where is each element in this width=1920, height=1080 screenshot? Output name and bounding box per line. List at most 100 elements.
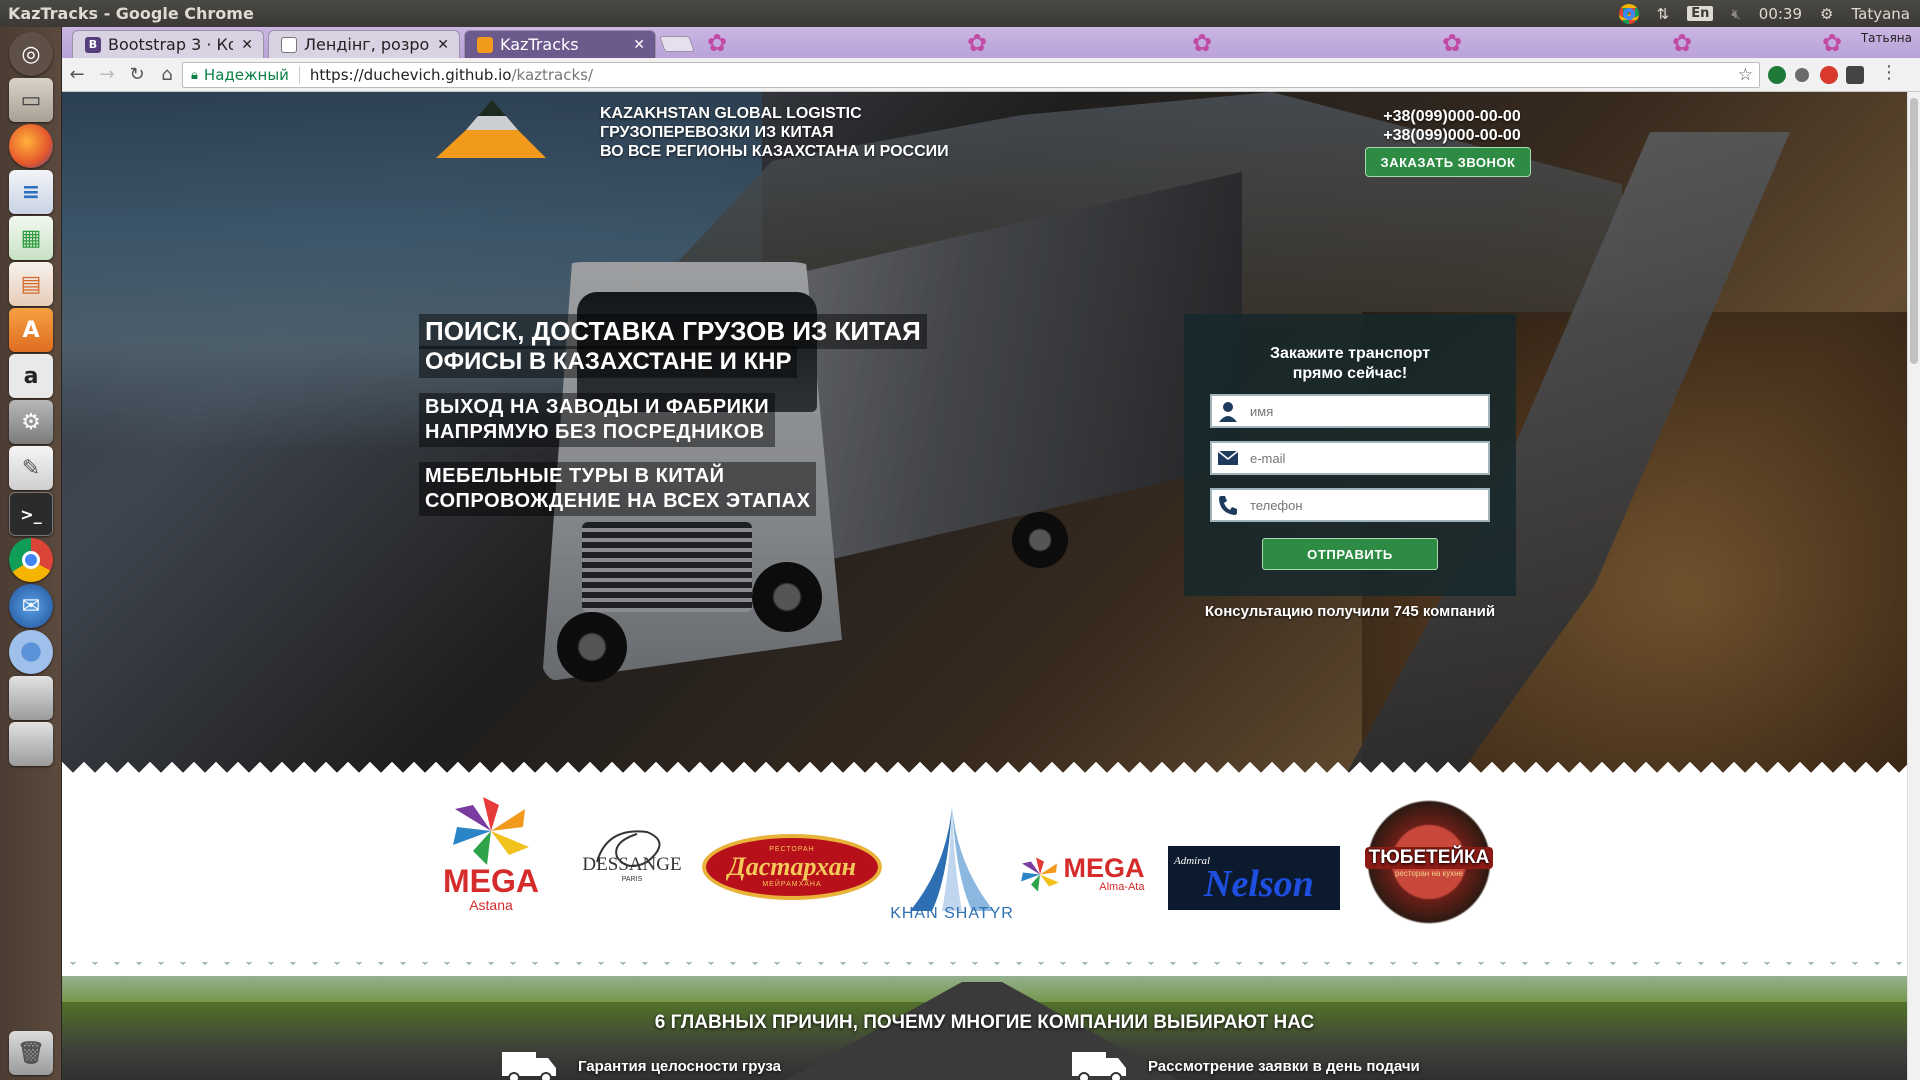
reasons-title: 6 ГЛАВНЫХ ПРИЧИН, ПОЧЕМУ МНОГИЕ КОМПАНИИ…	[654, 1012, 1315, 1033]
reason-item: Рассмотрение заявки в день подачи	[1072, 1048, 1420, 1080]
url-path: /kaztracks/	[511, 66, 594, 84]
desktop-screen: KazTracks - Google Chrome ⇅ En 🔇︎ 00:39 …	[0, 0, 1920, 1080]
hero-point: ВЫХОД НА ЗАВОДЫ И ФАБРИКИ НАПРЯМУЮ БЕЗ П…	[419, 393, 776, 447]
address-bar[interactable]: 🔒︎ Надежный https://duchevich.github.io …	[182, 62, 1760, 88]
lock-icon: 🔒︎	[191, 67, 198, 83]
phone-input[interactable]	[1250, 497, 1480, 513]
impress-icon[interactable]: ▤	[9, 262, 53, 306]
close-icon[interactable]: ✕	[633, 37, 645, 53]
theme-butterfly-icon: ✿	[707, 29, 728, 57]
pinwheel-icon	[1020, 857, 1059, 892]
home-icon[interactable]: ⌂	[152, 64, 182, 85]
reload-icon[interactable]: ↻	[122, 64, 152, 85]
bookmark-star-icon[interactable]: ☆	[1738, 65, 1753, 85]
terminal-icon[interactable]: >_	[9, 492, 53, 536]
browser-tab[interactable]: B Bootstrap 3 · Комп ✕	[72, 30, 264, 58]
theme-butterfly-icon: ✿	[1672, 29, 1693, 57]
email-input[interactable]	[1250, 450, 1480, 466]
browser-tab[interactable]: Лендінг, розробк ✕	[268, 30, 460, 58]
phone-number[interactable]: +38(099)000-00-00	[1372, 107, 1532, 126]
phone-number[interactable]: +38(099)000-00-00	[1372, 126, 1532, 145]
forward-icon[interactable]: →	[92, 64, 122, 85]
truck-icon	[1072, 1052, 1126, 1080]
reason-item: Гарантия целосности груза	[502, 1048, 781, 1080]
ubuntu-dash-icon[interactable]: ◎	[9, 32, 53, 76]
user-name[interactable]: Tatyana	[1851, 5, 1910, 23]
theme-butterfly-icon: ✿	[1192, 29, 1213, 57]
client-logo-nelson: Admiral Nelson	[1168, 846, 1340, 910]
menu-dots-icon[interactable]: ⋮	[1880, 62, 1898, 83]
phone-field[interactable]	[1210, 488, 1490, 522]
scrollbar-thumb[interactable]	[1910, 98, 1918, 364]
web-page: KAZAKHSTAN GLOBAL LOGISTIC ГРУЗОПЕРЕВОЗК…	[62, 92, 1907, 1080]
extension-shield-icon[interactable]	[1768, 66, 1786, 84]
chrome-icon[interactable]	[9, 538, 53, 582]
page-icon	[477, 36, 493, 53]
url-host: https://duchevich.github.io	[309, 66, 512, 84]
theme-butterfly-icon: ✿	[1442, 29, 1463, 57]
email-field[interactable]	[1210, 441, 1490, 475]
form-title: Закажите транспорт прямо сейчас!	[1269, 345, 1431, 382]
back-icon[interactable]: ←	[62, 64, 92, 85]
close-icon[interactable]: ✕	[437, 37, 449, 53]
settings-gear-icon[interactable]: ⚙	[1820, 5, 1833, 23]
theme-butterfly-icon: ✿	[967, 29, 988, 57]
extension-adblock-icon[interactable]	[1820, 66, 1838, 84]
writer-icon[interactable]: ≡	[9, 170, 53, 214]
amazon-icon[interactable]: a	[9, 354, 53, 398]
zigzag-divider	[62, 762, 1907, 784]
name-field[interactable]	[1210, 394, 1490, 428]
order-form: Закажите транспорт прямо сейчас! имя e-m…	[1184, 314, 1516, 596]
extension-puzzle-icon[interactable]	[1795, 68, 1809, 82]
hero-subheadline: ОФИСЫ В КАЗАХСТАНЕ И КНР	[419, 346, 798, 378]
drive-icon[interactable]	[9, 722, 53, 766]
system-tray: ⇅ En 🔇︎ 00:39 ⚙ Tatyana	[1618, 3, 1920, 24]
system-top-panel: KazTracks - Google Chrome ⇅ En 🔇︎ 00:39 …	[0, 0, 1920, 27]
window-title: KazTracks - Google Chrome	[8, 4, 254, 23]
doc-icon	[281, 36, 297, 53]
hero-headline: ПОИСК, ДОСТАВКА ГРУЗОВ ИЗ КИТАЯ	[419, 314, 927, 349]
unity-launcher: ◎ ▭ ≡ ▦ ▤ A a ⚙ ✎ >_ ✉ 🗑︎	[0, 27, 62, 1080]
network-icon[interactable]: ⇅	[1657, 5, 1670, 23]
theme-butterfly-icon: ✿	[1822, 29, 1843, 57]
calc-icon[interactable]: ▦	[9, 216, 53, 260]
bootstrap-favicon-icon: B	[85, 36, 101, 53]
consultation-note: Консультацию получили 745 компаний	[1204, 603, 1496, 620]
software-center-icon[interactable]: A	[9, 308, 53, 352]
hero-point: МЕБЕЛЬНЫЕ ТУРЫ В КИТАЙ СОПРОВОЖДЕНИЕ НА …	[419, 462, 817, 516]
profile-name[interactable]: Татьяна	[1861, 31, 1912, 45]
files-icon[interactable]: ▭	[9, 78, 53, 122]
submit-button[interactable]: ОТПРАВИТЬ	[1262, 538, 1438, 570]
client-logo-mega-almaata: MEGA Alma-Ata	[1010, 834, 1150, 914]
envelope-icon	[1212, 443, 1244, 473]
close-icon[interactable]: ✕	[241, 37, 253, 53]
order-call-button[interactable]: ЗАКАЗАТЬ ЗВОНОК	[1365, 147, 1531, 177]
chromium-icon[interactable]	[9, 630, 53, 674]
volume-muted-icon[interactable]: 🔇︎	[1731, 5, 1740, 23]
security-label: Надежный	[204, 66, 300, 84]
new-tab-button[interactable]	[659, 36, 695, 52]
name-input[interactable]	[1250, 403, 1480, 419]
zigzag-divider	[62, 954, 1907, 976]
trash-icon[interactable]: 🗑︎	[9, 1031, 53, 1075]
company-tagline: KAZAKHSTAN GLOBAL LOGISTIC ГРУЗОПЕРЕВОЗК…	[600, 105, 949, 160]
system-settings-icon[interactable]: ⚙	[9, 400, 53, 444]
drive-icon[interactable]	[9, 676, 53, 720]
phone-icon	[1212, 490, 1244, 520]
firefox-icon[interactable]	[9, 124, 53, 168]
keyboard-layout-indicator[interactable]: En	[1687, 6, 1714, 21]
clock[interactable]: 00:39	[1759, 5, 1802, 23]
extension-pocket-icon[interactable]	[1846, 66, 1864, 84]
page-scrollbar[interactable]	[1907, 92, 1920, 1080]
browser-toolbar: ← → ↻ ⌂ 🔒︎ Надежный https://duchevich.gi…	[62, 58, 1920, 92]
client-logo-tubeteika: ТЮБЕТЕЙКА ресторан на кухне	[1352, 798, 1506, 926]
company-logo[interactable]	[434, 100, 554, 160]
hero-section: KAZAKHSTAN GLOBAL LOGISTIC ГРУЗОПЕРЕВОЗК…	[62, 92, 1907, 782]
text-editor-icon[interactable]: ✎	[9, 446, 53, 490]
browser-tab-active[interactable]: KazTracks ✕	[464, 30, 656, 58]
browser-tab-strip: ✿ ✿ ✿ ✿ ✿ ✿ B Bootstrap 3 · Комп ✕ Ленді…	[62, 27, 1920, 58]
chrome-indicator-icon[interactable]	[1618, 3, 1639, 24]
client-logo-khan-shatyr: KHAN SHATYR	[887, 802, 1017, 928]
truck-icon	[502, 1052, 556, 1080]
thunderbird-icon[interactable]: ✉	[9, 584, 53, 628]
